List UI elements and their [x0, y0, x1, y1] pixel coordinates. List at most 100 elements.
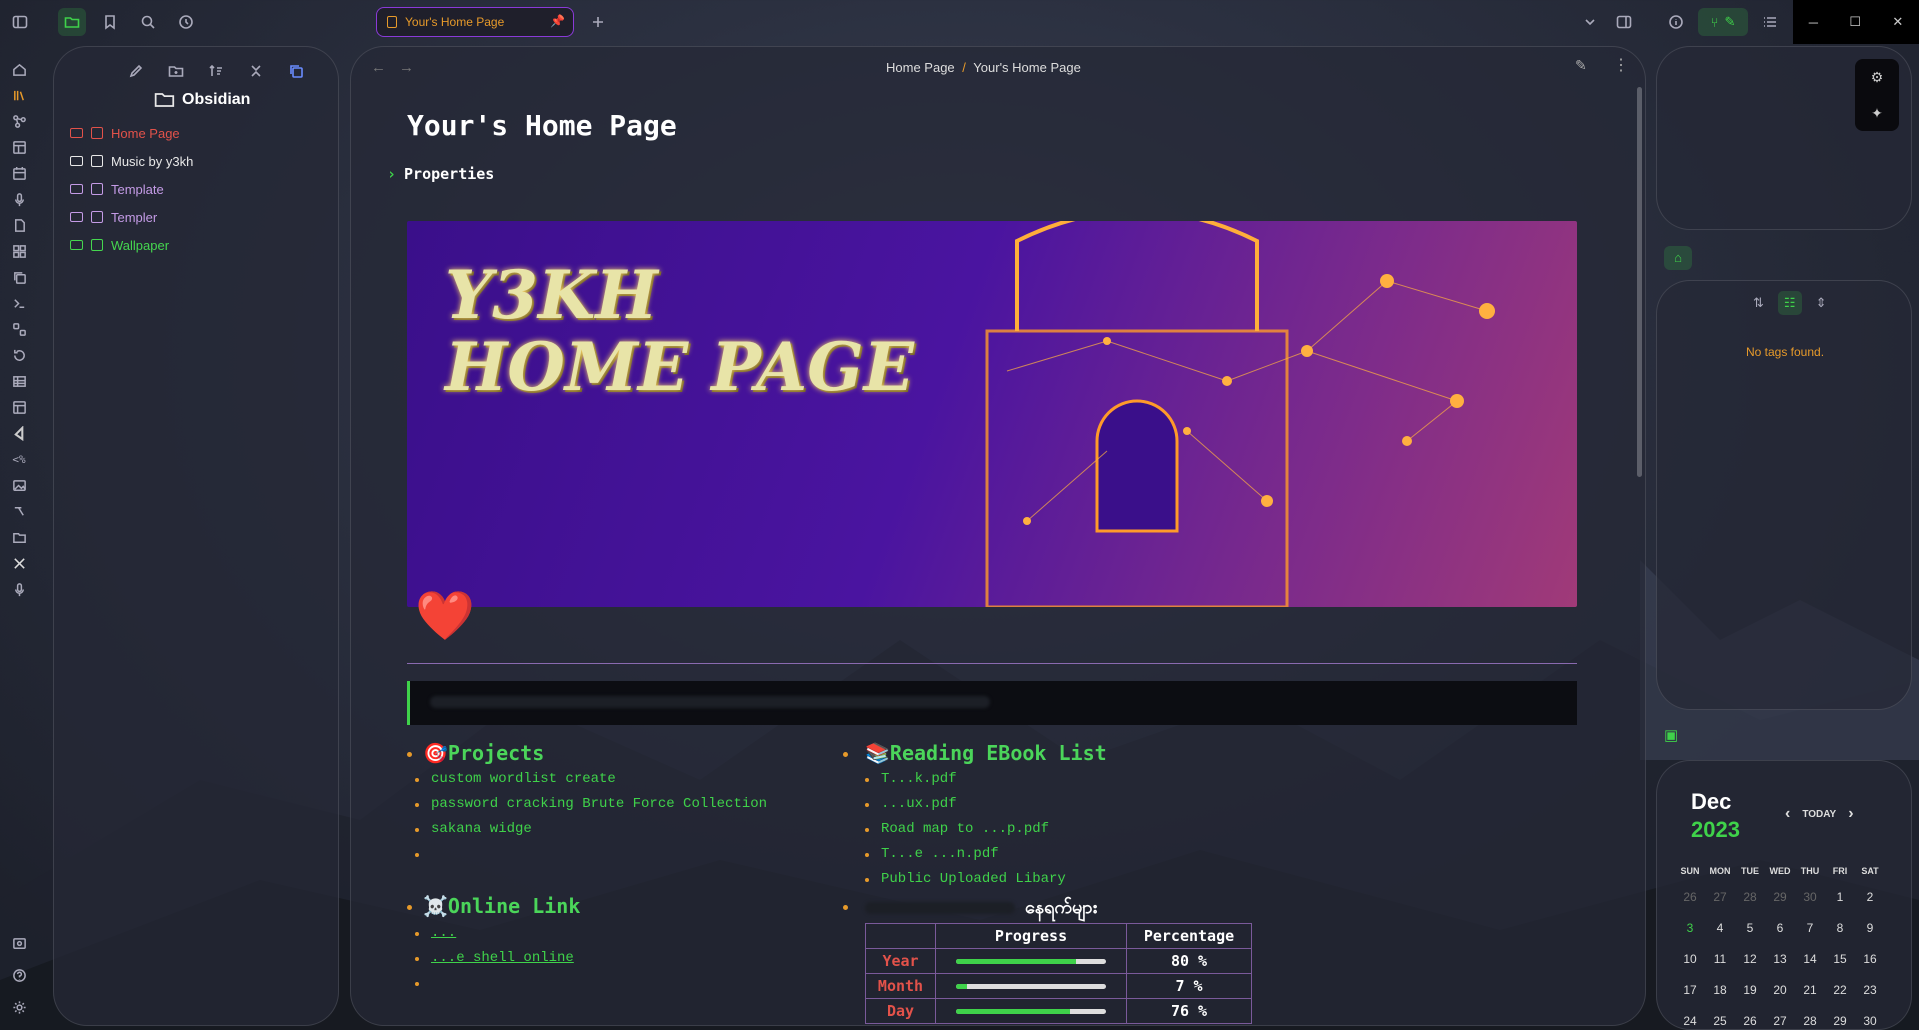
calendar-day[interactable]: 1: [1825, 881, 1855, 912]
calendar-day[interactable]: 11: [1705, 943, 1735, 974]
calendar-day[interactable]: 26: [1735, 1005, 1765, 1030]
magic-wand-icon[interactable]: ✦: [1871, 105, 1883, 122]
list-icon[interactable]: [1756, 8, 1784, 36]
calendar-day[interactable]: 29: [1765, 881, 1795, 912]
properties-toggle[interactable]: › Properties: [387, 165, 494, 183]
tools-icon[interactable]: [8, 552, 30, 574]
tag-icon[interactable]: ⌂: [1664, 246, 1692, 270]
scrollbar[interactable]: [1637, 87, 1642, 477]
calendar-day[interactable]: 2: [1855, 881, 1885, 912]
new-folder-icon[interactable]: [162, 57, 190, 85]
calendar-toggle-icon[interactable]: ▣: [1664, 726, 1678, 744]
calendar-day[interactable]: 17: [1675, 974, 1705, 1005]
graph-pin-group[interactable]: ⑂ ✎: [1698, 8, 1748, 36]
pin-icon[interactable]: 📌: [550, 14, 565, 28]
breadcrumb-parent[interactable]: Home Page: [886, 60, 955, 75]
terminal-icon[interactable]: [8, 292, 30, 314]
calendar-day[interactable]: 16: [1855, 943, 1885, 974]
tree-item[interactable]: Music by y3kh: [70, 149, 193, 173]
sort-icon[interactable]: ⇅: [1747, 291, 1770, 315]
bookmark-icon[interactable]: [96, 8, 124, 36]
microphone-icon[interactable]: [8, 188, 30, 210]
calendar-day[interactable]: 27: [1765, 1005, 1795, 1030]
vault-icon[interactable]: [8, 932, 30, 954]
breadcrumb-current[interactable]: Your's Home Page: [973, 60, 1081, 75]
grid-icon[interactable]: [8, 240, 30, 262]
calendar-day[interactable]: 25: [1705, 1005, 1735, 1030]
nav-forward-icon[interactable]: →: [399, 59, 414, 76]
sidebar-toggle-icon[interactable]: [6, 8, 34, 36]
templater-icon[interactable]: <%: [8, 448, 30, 470]
new-note-icon[interactable]: [122, 57, 150, 85]
layout-icon[interactable]: [8, 396, 30, 418]
minimize-icon[interactable]: ─: [1809, 15, 1818, 30]
chevron-right-icon[interactable]: ›: [1848, 805, 1853, 823]
expand-icon[interactable]: ⇕: [1810, 291, 1833, 315]
calendar-day[interactable]: 18: [1705, 974, 1735, 1005]
calendar-day[interactable]: 21: [1795, 974, 1825, 1005]
dice-icon[interactable]: [8, 318, 30, 340]
calendar-day[interactable]: 14: [1795, 943, 1825, 974]
calendar-day[interactable]: 30: [1855, 1005, 1885, 1030]
folder-move-icon[interactable]: [8, 526, 30, 548]
settings-icon[interactable]: ⚙: [1871, 69, 1884, 86]
copy-icon[interactable]: [8, 266, 30, 288]
collapse-icon[interactable]: [242, 57, 270, 85]
active-tab[interactable]: Your's Home Page 📌: [376, 7, 574, 37]
calendar-day[interactable]: 26: [1675, 881, 1705, 912]
calendar-day[interactable]: 8: [1825, 912, 1855, 943]
calendar-day[interactable]: 29: [1825, 1005, 1855, 1030]
calendar-day[interactable]: 30: [1795, 881, 1825, 912]
settings-icon[interactable]: [8, 996, 30, 1018]
calendar-day[interactable]: 12: [1735, 943, 1765, 974]
nav-back-icon[interactable]: ←: [371, 59, 386, 76]
chevron-left-icon[interactable]: ‹: [1785, 805, 1790, 823]
microphone-icon[interactable]: [8, 578, 30, 600]
gallery-icon[interactable]: [8, 474, 30, 496]
calendar-day[interactable]: 3: [1675, 912, 1705, 943]
calendar-day[interactable]: 9: [1855, 912, 1885, 943]
calendar-day[interactable]: 5: [1735, 912, 1765, 943]
pin-icon[interactable]: ✎: [1724, 14, 1735, 30]
info-icon[interactable]: [1662, 8, 1690, 36]
tree-item[interactable]: Templer: [70, 205, 157, 229]
clock-icon[interactable]: [172, 8, 200, 36]
calendar-day[interactable]: 15: [1825, 943, 1855, 974]
close-icon[interactable]: ✕: [1892, 14, 1903, 30]
calendar-day[interactable]: 22: [1825, 974, 1855, 1005]
tree-view-icon[interactable]: ☷: [1777, 291, 1802, 315]
books-icon[interactable]: [8, 84, 30, 106]
calendar-day[interactable]: 28: [1735, 881, 1765, 912]
list-item[interactable]: ...: [431, 925, 456, 941]
search-icon[interactable]: [134, 8, 162, 36]
calendar-day[interactable]: 10: [1675, 943, 1705, 974]
vscode-icon[interactable]: [8, 422, 30, 444]
graph-icon[interactable]: [8, 110, 30, 132]
list-item[interactable]: ...e shell online: [431, 950, 574, 966]
import-icon[interactable]: [8, 214, 30, 236]
help-icon[interactable]: [8, 964, 30, 986]
sort-icon[interactable]: [202, 57, 230, 85]
tree-item[interactable]: Home Page: [70, 121, 180, 145]
maximize-icon[interactable]: ☐: [1849, 14, 1861, 30]
calendar-day[interactable]: 28: [1795, 1005, 1825, 1030]
calendar-day[interactable]: 23: [1855, 974, 1885, 1005]
tree-item[interactable]: Wallpaper: [70, 233, 169, 257]
chevron-down-icon[interactable]: [1576, 8, 1604, 36]
calendar-day[interactable]: 7: [1795, 912, 1825, 943]
history-icon[interactable]: [8, 344, 30, 366]
calendar-day[interactable]: 13: [1765, 943, 1795, 974]
new-tab-icon[interactable]: [584, 8, 612, 36]
calendar-icon[interactable]: [8, 162, 30, 184]
reveal-icon[interactable]: [282, 57, 310, 85]
calendar-day[interactable]: 24: [1675, 1005, 1705, 1030]
graph-icon[interactable]: ⑂: [1711, 15, 1719, 30]
branch-icon[interactable]: [8, 500, 30, 522]
more-options-icon[interactable]: ⋮: [1613, 55, 1629, 75]
calendar-day[interactable]: 27: [1705, 881, 1735, 912]
right-sidebar-toggle-icon[interactable]: [1610, 8, 1638, 36]
edit-icon[interactable]: ✎: [1575, 57, 1587, 74]
calendar-day[interactable]: 4: [1705, 912, 1735, 943]
calendar-day[interactable]: 19: [1735, 974, 1765, 1005]
canvas-icon[interactable]: [8, 136, 30, 158]
